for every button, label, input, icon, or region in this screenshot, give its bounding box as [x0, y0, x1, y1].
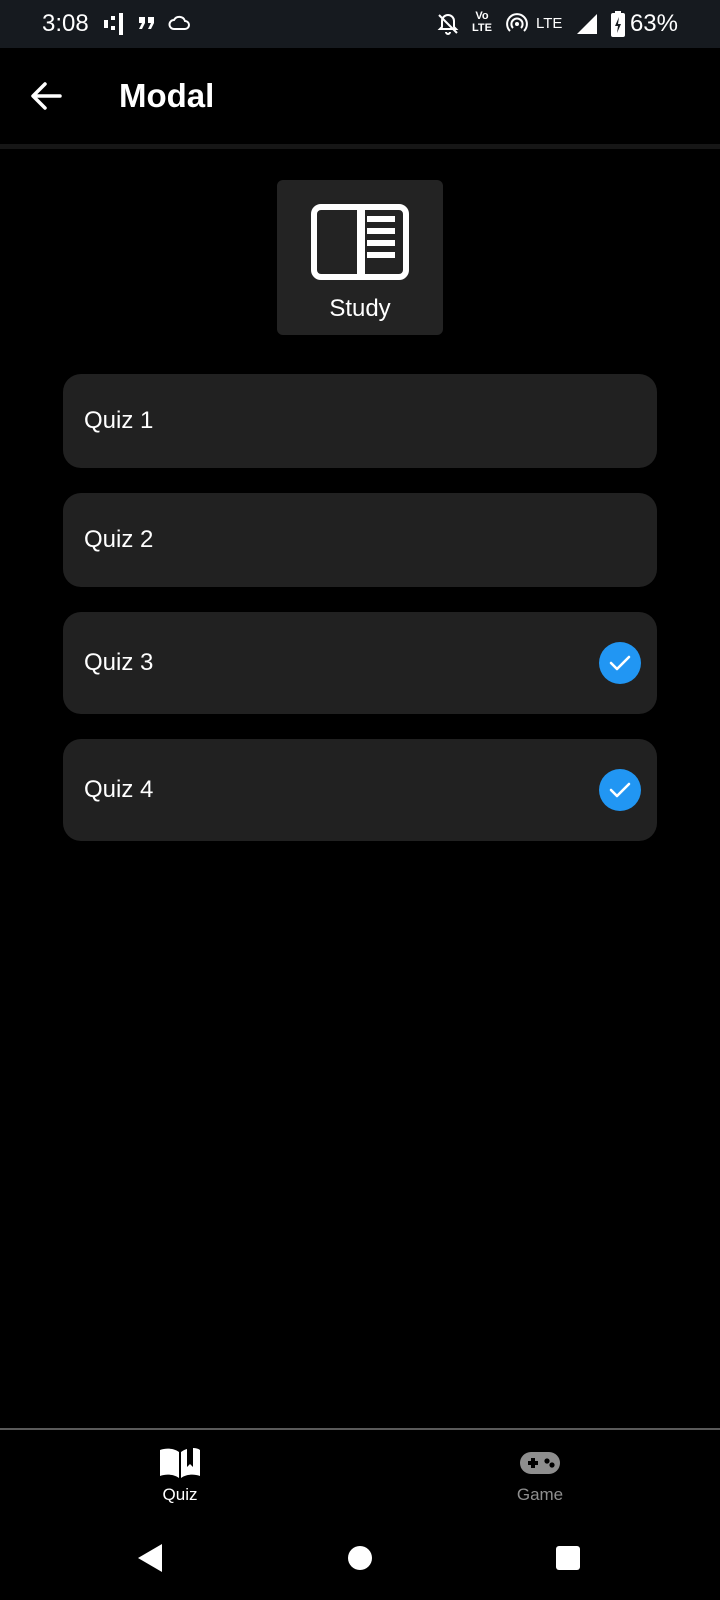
quiz-item-3[interactable]: Quiz 3 — [63, 612, 657, 714]
data-activity-icon — [104, 13, 123, 35]
hotspot-icon — [506, 13, 528, 32]
battery-charging-icon — [611, 11, 625, 37]
tab-game[interactable]: Game — [360, 1430, 720, 1518]
quiz-item-2[interactable]: Quiz 2 — [63, 493, 657, 587]
status-time: 3:08 — [42, 10, 89, 37]
bottom-nav: Quiz Game — [0, 1428, 720, 1518]
system-back-button[interactable] — [130, 1538, 170, 1578]
muted-bell-icon — [437, 13, 459, 35]
circle-home-icon — [348, 1546, 372, 1570]
app-bar-divider — [0, 144, 720, 149]
check-icon — [609, 655, 631, 671]
system-nav-bar — [0, 1516, 720, 1600]
volte-top-text: Vo — [475, 10, 489, 22]
quiz-label: Quiz 1 — [84, 407, 154, 434]
tab-quiz[interactable]: Quiz — [0, 1430, 360, 1518]
app-bar: Modal — [0, 48, 720, 144]
quiz-label: Quiz 4 — [84, 776, 154, 803]
cloud-icon — [168, 15, 190, 30]
quote-icon — [139, 17, 154, 29]
open-book-icon — [160, 1448, 200, 1478]
back-button[interactable] — [20, 70, 72, 122]
study-button[interactable]: Study — [277, 180, 443, 335]
status-bar: 3:08 Vo LTE LTE 63% — [0, 0, 720, 48]
system-recents-button[interactable] — [548, 1538, 588, 1578]
volte-bottom-text: LTE — [472, 22, 492, 34]
tab-quiz-label: Quiz — [162, 1485, 198, 1504]
arrow-left-icon — [31, 82, 62, 110]
page-title: Modal — [119, 77, 215, 114]
signal-icon — [577, 14, 597, 34]
square-recents-icon — [556, 1546, 580, 1570]
check-icon — [609, 782, 631, 798]
book-open-page-icon — [311, 204, 409, 280]
selected-check-badge — [599, 642, 641, 684]
quiz-label: Quiz 3 — [84, 649, 154, 676]
volte-icon: Vo LTE — [468, 10, 496, 34]
study-label: Study — [329, 295, 391, 322]
tab-game-label: Game — [516, 1485, 564, 1504]
network-type: LTE — [536, 15, 563, 32]
gamepad-icon — [520, 1452, 560, 1474]
battery-percent: 63% — [629, 10, 678, 37]
selected-check-badge — [599, 769, 641, 811]
quiz-item-1[interactable]: Quiz 1 — [63, 374, 657, 468]
triangle-back-icon — [138, 1544, 162, 1572]
system-home-button[interactable] — [340, 1538, 380, 1578]
quiz-item-4[interactable]: Quiz 4 — [63, 739, 657, 841]
quiz-label: Quiz 2 — [84, 526, 154, 553]
